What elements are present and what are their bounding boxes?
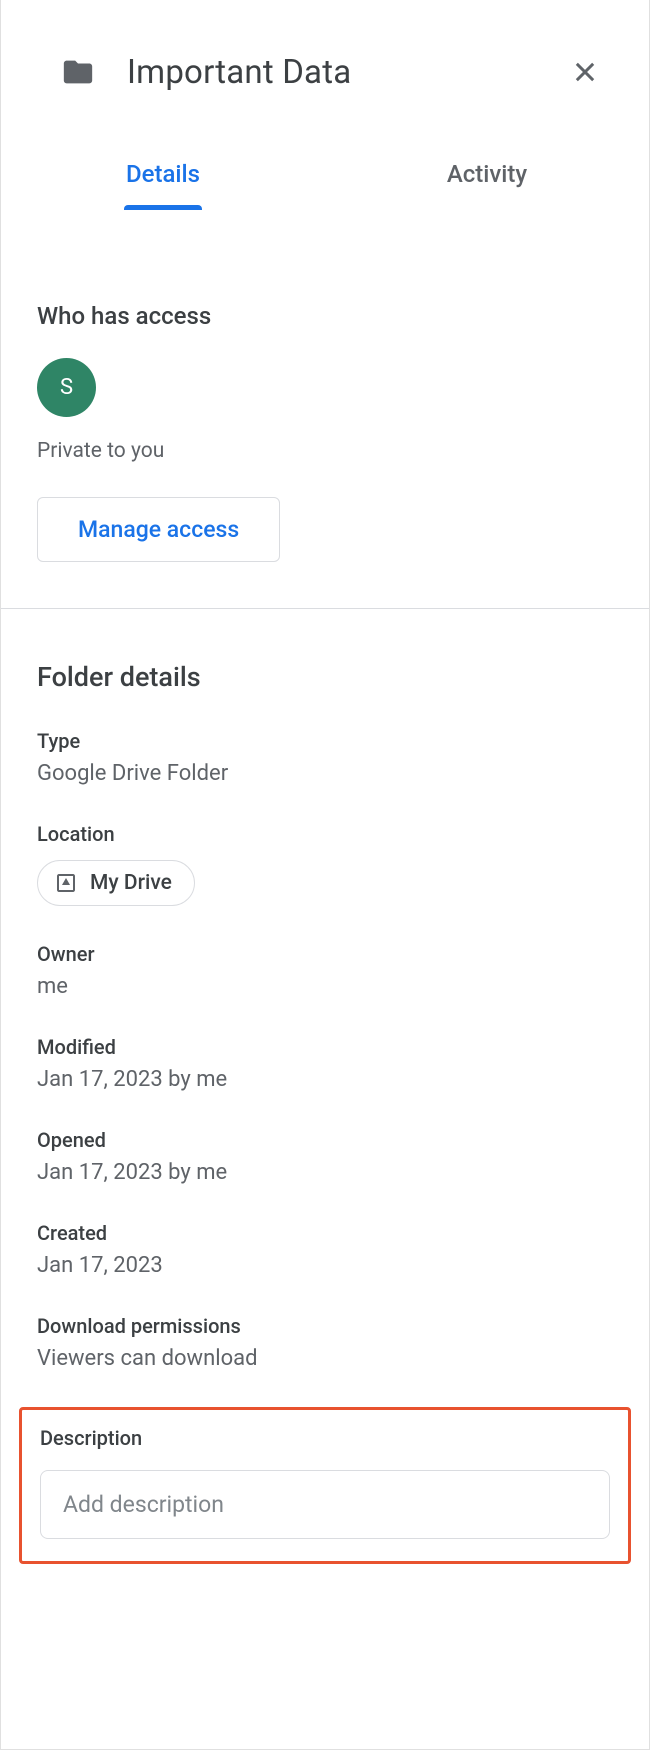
field-location: Location My Drive xyxy=(37,822,613,906)
created-label: Created xyxy=(37,1221,613,1245)
field-created: Created Jan 17, 2023 xyxy=(37,1221,613,1278)
description-input[interactable] xyxy=(40,1470,610,1539)
location-label: Location xyxy=(37,822,613,846)
access-heading: Who has access xyxy=(37,302,613,330)
location-value: My Drive xyxy=(90,871,172,895)
avatar[interactable]: S xyxy=(37,358,96,417)
close-icon xyxy=(571,58,599,86)
access-privacy-text: Private to you xyxy=(37,439,613,463)
folder-details-section: Folder details Type Google Drive Folder … xyxy=(1,609,649,1371)
field-modified: Modified Jan 17, 2023 by me xyxy=(37,1035,613,1092)
download-permissions-value: Viewers can download xyxy=(37,1346,613,1371)
owner-value: me xyxy=(37,974,613,999)
field-opened: Opened Jan 17, 2023 by me xyxy=(37,1128,613,1185)
folder-details-heading: Folder details xyxy=(37,661,613,693)
tab-activity[interactable]: Activity xyxy=(325,160,649,210)
tab-details[interactable]: Details xyxy=(1,160,325,210)
details-panel: Important Data Details Activity Who has … xyxy=(0,0,650,1750)
modified-value: Jan 17, 2023 by me xyxy=(37,1067,613,1092)
manage-access-button[interactable]: Manage access xyxy=(37,497,280,562)
folder-icon xyxy=(57,55,99,89)
modified-label: Modified xyxy=(37,1035,613,1059)
tabs: Details Activity xyxy=(1,160,649,210)
field-type: Type Google Drive Folder xyxy=(37,729,613,786)
panel-title: Important Data xyxy=(127,53,561,92)
opened-value: Jan 17, 2023 by me xyxy=(37,1160,613,1185)
download-permissions-label: Download permissions xyxy=(37,1314,613,1338)
type-label: Type xyxy=(37,729,613,753)
created-value: Jan 17, 2023 xyxy=(37,1253,613,1278)
opened-label: Opened xyxy=(37,1128,613,1152)
close-button[interactable] xyxy=(561,48,609,96)
description-label: Description xyxy=(40,1426,610,1450)
owner-label: Owner xyxy=(37,942,613,966)
access-section: Who has access S Private to you Manage a… xyxy=(1,210,649,608)
type-value: Google Drive Folder xyxy=(37,761,613,786)
field-download-permissions: Download permissions Viewers can downloa… xyxy=(37,1314,613,1371)
description-highlight-box: Description xyxy=(19,1407,631,1564)
panel-header: Important Data xyxy=(1,0,649,96)
location-chip[interactable]: My Drive xyxy=(37,860,195,906)
field-owner: Owner me xyxy=(37,942,613,999)
my-drive-icon xyxy=(54,871,78,895)
